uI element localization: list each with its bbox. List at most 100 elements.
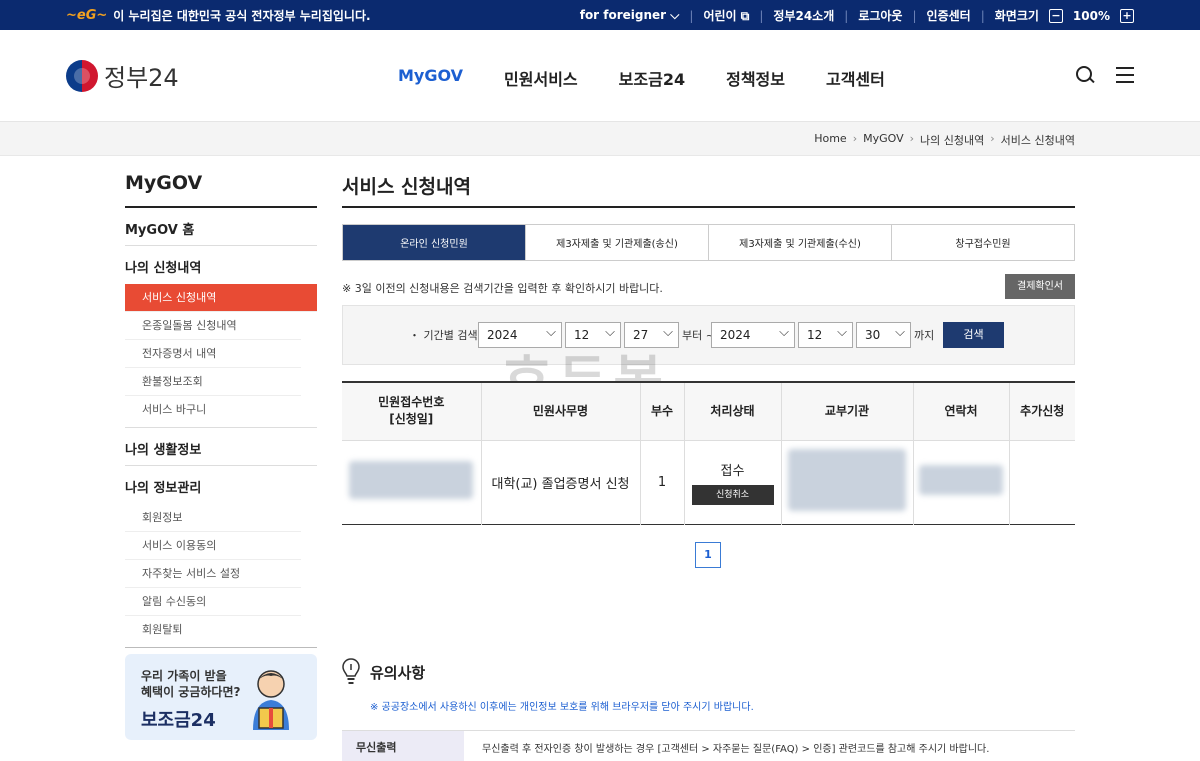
search-icon[interactable] xyxy=(1076,66,1094,84)
header: 정부24 MyGOV 민원서비스 보조금24 정책정보 고객센터 xyxy=(0,30,1200,122)
main-nav: MyGOV 민원서비스 보조금24 정책정보 고객센터 xyxy=(398,66,885,90)
breadcrumb-current: 서비스 신청내역 xyxy=(1000,134,1075,147)
breadcrumb: Home › MyGOV › 나의 신청내역 › 서비스 신청내역 xyxy=(814,132,1075,148)
sidebar-item-life-info[interactable]: 나의 생활정보 xyxy=(125,428,317,466)
payment-receipt-button[interactable]: 결제확인서 xyxy=(1005,274,1075,299)
nav-customer-center[interactable]: 고객센터 xyxy=(826,66,885,90)
logout-link[interactable]: 로그아웃 xyxy=(858,7,902,24)
taegeuk-logo-icon xyxy=(66,59,98,92)
cancel-application-button[interactable]: 신청취소 xyxy=(691,484,774,505)
breadcrumb-apply[interactable]: 나의 신청내역 xyxy=(920,132,984,148)
col-copies: 부수 xyxy=(639,382,684,441)
external-link-icon: ⧉ xyxy=(740,9,750,23)
to-month-select[interactable]: 12 xyxy=(798,322,853,348)
sidebar-item-my-applications[interactable]: 나의 신청내역 xyxy=(125,246,317,284)
sidebar-submenu-info: 회원정보 서비스 이용동의 자주찾는 서비스 설정 알림 수신동의 회원탈퇴 xyxy=(125,504,317,648)
col-contact: 연락처 xyxy=(912,382,1009,441)
col-receipt-number: 민원접수번호 [신청일] xyxy=(342,382,481,441)
top-bar: ~eG~ 이 누리집은 대한민국 공식 전자정부 누리집입니다. for for… xyxy=(0,0,1200,30)
to-suffix: 까지 xyxy=(914,329,935,342)
banner-line2: 혜택이 궁금하다면? xyxy=(141,685,241,699)
divider: | xyxy=(980,8,985,23)
sidebar: MyGOV MyGOV 홈 나의 신청내역 서비스 신청내역 온종일돌봄 신청내… xyxy=(125,172,317,648)
service-name-cell[interactable]: 대학(교) 졸업증명서 신청 xyxy=(480,440,640,524)
sidebar-submenu-applications: 서비스 신청내역 온종일돌봄 신청내역 전자증명서 내역 환불정보조회 서비스 … xyxy=(125,284,317,428)
from-year-select[interactable]: 2024 xyxy=(478,322,562,348)
pagination-page-1[interactable]: 1 xyxy=(695,542,721,568)
chevron-right-icon: › xyxy=(852,132,858,145)
redacted-agency xyxy=(788,449,906,511)
tab-online-applications[interactable]: 온라인 신청민원 xyxy=(343,225,525,260)
divider: | xyxy=(844,8,849,23)
logo-text: 정부24 xyxy=(104,64,179,92)
chevron-right-icon: › xyxy=(990,132,995,145)
foreigner-link[interactable]: for foreigner ⌵ xyxy=(580,8,680,23)
cert-center-link[interactable]: 인증센터 xyxy=(927,7,971,24)
copies-cell: 1 xyxy=(639,440,684,524)
nav-policy[interactable]: 정책정보 xyxy=(726,66,785,90)
tab-third-party-received[interactable]: 제3자제출 및 기관제출(수신) xyxy=(708,225,891,260)
additional-request-cell xyxy=(1008,440,1075,524)
chevron-right-icon: › xyxy=(909,132,915,145)
page-title: 서비스 신청내역 xyxy=(342,172,1075,208)
menu-icon[interactable] xyxy=(1116,67,1134,83)
sidebar-item-mygov-home[interactable]: MyGOV 홈 xyxy=(125,208,317,246)
zoom-value: 100% xyxy=(1072,8,1110,23)
sidebar-item-service-consent[interactable]: 서비스 이용동의 xyxy=(125,532,301,560)
subsidy-banner[interactable]: 우리 가족이 받을 혜택이 궁금하다면? 보조금24 xyxy=(125,654,317,740)
divider: | xyxy=(689,8,694,23)
breadcrumb-mygov[interactable]: MyGOV xyxy=(863,132,904,148)
zoom-in-button[interactable]: + xyxy=(1120,8,1134,23)
sidebar-item-allday-care[interactable]: 온종일돌봄 신청내역 xyxy=(125,312,301,340)
sidebar-item-service-applications[interactable]: 서비스 신청내역 xyxy=(125,284,317,312)
nav-civil-service[interactable]: 민원서비스 xyxy=(504,66,578,90)
caution-row-label: 무신출력 xyxy=(342,731,464,761)
application-tabs: 온라인 신청민원 제3자제출 및 기관제출(송신) 제3자제출 및 기관제출(수… xyxy=(342,224,1075,261)
caution-row: 무신출력 무신출력 후 전자인증 창이 발생하는 경우 [고객센터 > 자주묻는… xyxy=(342,730,1075,761)
sidebar-item-my-info[interactable]: 나의 정보관리 xyxy=(125,466,317,504)
from-month-select[interactable]: 12 xyxy=(565,322,621,348)
redacted-contact xyxy=(919,465,1003,495)
lightbulb-icon xyxy=(342,658,360,684)
gov-notice: ~eG~ 이 누리집은 대한민국 공식 전자정부 누리집입니다. xyxy=(66,7,371,24)
date-filter: ・ 기간별 검색 2024 12 27 부터 ~ 2024 12 30 까지 검… xyxy=(342,305,1075,365)
caution-warning: ※ 공공장소에서 사용하신 이후에는 개인정보 보호를 위해 브라우저를 닫아 … xyxy=(370,702,754,713)
sidebar-item-member-info[interactable]: 회원정보 xyxy=(125,504,301,532)
applications-table: 민원접수번호 [신청일] 민원사무명 부수 처리상태 교부기관 연락처 추가신청 … xyxy=(342,381,1075,525)
table-header-row: 민원접수번호 [신청일] 민원사무명 부수 처리상태 교부기관 연락처 추가신청 xyxy=(342,382,1075,441)
sidebar-item-favorite-settings[interactable]: 자주찾는 서비스 설정 xyxy=(125,560,301,588)
to-year-select[interactable]: 2024 xyxy=(711,322,795,348)
nav-mygov[interactable]: MyGOV xyxy=(398,66,463,90)
issuing-agency-cell xyxy=(780,440,913,524)
site-logo[interactable]: 정부24 xyxy=(66,58,179,93)
about-link[interactable]: 정부24소개 xyxy=(773,7,834,24)
search-notice: ※ 3일 이전의 신청내용은 검색기간을 입력한 후 확인하시기 바랍니다. xyxy=(342,282,663,295)
status-cell: 접수 신청취소 xyxy=(683,440,781,524)
main-content: 서비스 신청내역 온라인 신청민원 제3자제출 및 기관제출(송신) 제3자제출… xyxy=(342,172,1075,761)
breadcrumb-bar: Home › MyGOV › 나의 신청내역 › 서비스 신청내역 xyxy=(0,122,1200,156)
person-with-gift-icon xyxy=(253,670,289,730)
search-button[interactable]: 검색 xyxy=(943,322,1004,348)
divider: | xyxy=(759,8,764,23)
receipt-number-cell xyxy=(342,440,481,524)
tab-counter-applications[interactable]: 창구접수민원 xyxy=(891,225,1074,260)
sidebar-item-service-basket[interactable]: 서비스 바구니 xyxy=(125,396,301,424)
divider: | xyxy=(912,8,917,23)
contact-cell xyxy=(912,440,1009,524)
zoom-out-button[interactable]: − xyxy=(1048,8,1063,23)
caution-title: 유의사항 xyxy=(370,664,426,682)
col-status: 처리상태 xyxy=(683,382,781,441)
sidebar-item-withdraw[interactable]: 회원탈퇴 xyxy=(125,616,301,644)
sidebar-item-refund[interactable]: 환불정보조회 xyxy=(125,368,301,396)
sidebar-item-e-certificates[interactable]: 전자증명서 내역 xyxy=(125,340,301,368)
sidebar-title: MyGOV xyxy=(125,172,317,208)
redacted-receipt-number xyxy=(349,461,474,499)
tab-third-party-sent[interactable]: 제3자제출 및 기관제출(송신) xyxy=(525,225,708,260)
kids-link[interactable]: 어린이 ⧉ xyxy=(703,7,749,24)
gov-notice-text: 이 누리집은 대한민국 공식 전자정부 누리집입니다. xyxy=(113,9,371,23)
to-day-select[interactable]: 30 xyxy=(856,322,911,348)
nav-subsidy[interactable]: 보조금24 xyxy=(619,66,685,90)
from-day-select[interactable]: 27 xyxy=(624,322,679,348)
breadcrumb-home[interactable]: Home xyxy=(814,132,846,148)
sidebar-item-notification-consent[interactable]: 알림 수신동의 xyxy=(125,588,301,616)
